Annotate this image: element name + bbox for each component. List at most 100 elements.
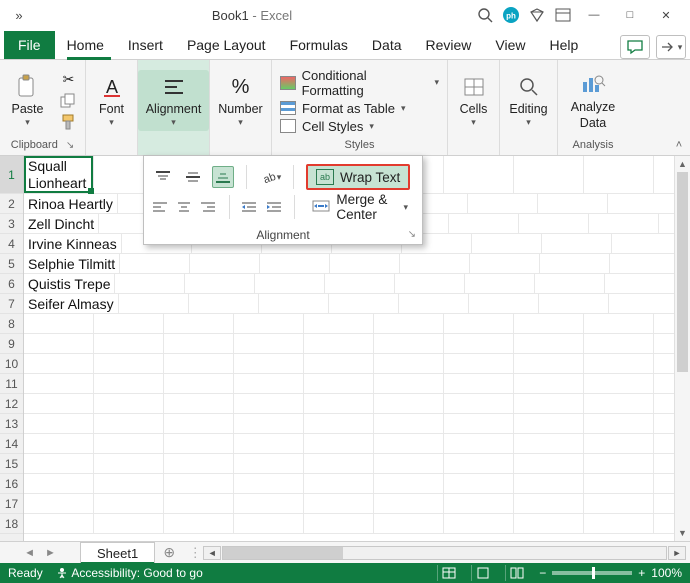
cut-icon[interactable]: ✂ bbox=[57, 71, 79, 89]
align-center-button[interactable] bbox=[176, 196, 192, 218]
format-painter-icon[interactable] bbox=[57, 113, 79, 131]
quick-access-more-icon[interactable]: » bbox=[6, 2, 32, 28]
tab-page-layout[interactable]: Page Layout bbox=[175, 31, 278, 59]
search-icon[interactable] bbox=[472, 2, 498, 28]
panel-group-label: Alignment bbox=[256, 228, 309, 242]
row-header-2[interactable]: 2 bbox=[0, 194, 23, 214]
share-button[interactable]: ▾ bbox=[656, 35, 686, 59]
comments-button[interactable] bbox=[620, 35, 650, 59]
cell-a6[interactable]: Quistis Trepe bbox=[24, 274, 115, 293]
editing-button[interactable]: Editing ▾ bbox=[503, 72, 553, 129]
dialog-launcher-icon[interactable]: ↘ bbox=[66, 140, 74, 151]
ribbon-options-icon[interactable] bbox=[550, 2, 576, 28]
scroll-thumb[interactable] bbox=[223, 547, 343, 559]
group-editing: Editing ▾ bbox=[500, 60, 558, 155]
row-header-12[interactable]: 12 bbox=[0, 394, 23, 414]
sheet-nav-prev-icon[interactable]: ◄ bbox=[24, 547, 35, 559]
scroll-left-icon[interactable]: ◄ bbox=[203, 546, 221, 560]
separator bbox=[246, 165, 247, 189]
tab-view[interactable]: View bbox=[483, 31, 537, 59]
row-header-18[interactable]: 18 bbox=[0, 514, 23, 534]
orientation-button[interactable]: ab▾ bbox=[259, 166, 281, 188]
zoom-slider[interactable] bbox=[552, 571, 632, 575]
cell-a7[interactable]: Seifer Almasy bbox=[24, 294, 119, 313]
merge-center-icon bbox=[312, 199, 330, 216]
align-middle-button[interactable] bbox=[182, 166, 204, 188]
zoom-control[interactable]: − + 100% bbox=[539, 566, 682, 580]
sheet-tab-sheet1[interactable]: Sheet1 bbox=[80, 542, 155, 563]
minimize-button[interactable]: — bbox=[576, 1, 612, 29]
page-break-view-icon[interactable] bbox=[505, 565, 527, 581]
cell-a1[interactable]: Squall Lionheart bbox=[24, 156, 94, 193]
cell-a2[interactable]: Rinoa Heartly bbox=[24, 194, 118, 213]
zoom-in-icon[interactable]: + bbox=[638, 566, 645, 580]
row-header-15[interactable]: 15 bbox=[0, 454, 23, 474]
tab-insert[interactable]: Insert bbox=[116, 31, 175, 59]
splitter-icon[interactable]: ⋮ bbox=[187, 545, 203, 561]
number-button[interactable]: % Number ▾ bbox=[212, 72, 268, 129]
tab-file[interactable]: File bbox=[4, 31, 55, 59]
sheet-nav-next-icon[interactable]: ► bbox=[45, 547, 56, 559]
ribbon: Paste ▾ ✂ Clipboard↘ A Font ▾ Alig bbox=[0, 60, 690, 156]
row-header-10[interactable]: 10 bbox=[0, 354, 23, 374]
merge-center-button[interactable]: Merge & Center ▾ bbox=[306, 189, 414, 225]
scroll-thumb[interactable] bbox=[677, 172, 688, 372]
new-sheet-button[interactable]: ⊕ bbox=[155, 542, 183, 563]
decrease-indent-button[interactable] bbox=[241, 196, 257, 218]
tab-data[interactable]: Data bbox=[360, 31, 414, 59]
row-header-6[interactable]: 6 bbox=[0, 274, 23, 294]
increase-indent-button[interactable] bbox=[265, 196, 281, 218]
normal-view-icon[interactable] bbox=[437, 565, 459, 581]
scroll-up-icon[interactable]: ▲ bbox=[675, 156, 690, 172]
row-header-9[interactable]: 9 bbox=[0, 334, 23, 354]
align-bottom-button[interactable] bbox=[212, 166, 234, 188]
alignment-dropdown-panel: ab▾ ab Wrap Text Merge & Center ▾ Alignm… bbox=[143, 155, 423, 245]
font-button[interactable]: A Font ▾ bbox=[93, 72, 131, 129]
tab-formulas[interactable]: Formulas bbox=[278, 31, 360, 59]
tab-home[interactable]: Home bbox=[55, 31, 116, 59]
row-header-1[interactable]: 1 bbox=[0, 156, 23, 194]
cell-a4[interactable]: Irvine Kinneas bbox=[24, 234, 122, 253]
group-clipboard-label: Clipboard bbox=[11, 139, 58, 151]
zoom-out-icon[interactable]: − bbox=[539, 566, 546, 580]
cells-button[interactable]: Cells ▾ bbox=[454, 72, 494, 129]
dialog-launcher-icon[interactable]: ↘ bbox=[408, 229, 416, 240]
tab-help[interactable]: Help bbox=[538, 31, 591, 59]
paste-button[interactable]: Paste ▾ bbox=[6, 72, 50, 129]
cell-a3[interactable]: Zell Dincht bbox=[24, 214, 99, 233]
cell-a5[interactable]: Selphie Tilmitt bbox=[24, 254, 120, 273]
align-left-button[interactable] bbox=[152, 196, 168, 218]
scroll-right-icon[interactable]: ► bbox=[668, 546, 686, 560]
align-top-button[interactable] bbox=[152, 166, 174, 188]
align-right-button[interactable] bbox=[200, 196, 216, 218]
collapse-ribbon-icon[interactable]: ˄ bbox=[668, 60, 690, 155]
zoom-value[interactable]: 100% bbox=[651, 566, 682, 580]
row-header-7[interactable]: 7 bbox=[0, 294, 23, 314]
row-header-5[interactable]: 5 bbox=[0, 254, 23, 274]
account-icon[interactable]: ph bbox=[498, 2, 524, 28]
row-header-4[interactable]: 4 bbox=[0, 234, 23, 254]
close-button[interactable]: ✕ bbox=[648, 1, 684, 29]
row-header-16[interactable]: 16 bbox=[0, 474, 23, 494]
page-layout-view-icon[interactable] bbox=[471, 565, 493, 581]
row-header-8[interactable]: 8 bbox=[0, 314, 23, 334]
row-header-3[interactable]: 3 bbox=[0, 214, 23, 234]
accessibility-status[interactable]: Accessibility: Good to go bbox=[55, 566, 203, 580]
alignment-button[interactable]: Alignment ▾ bbox=[138, 70, 210, 131]
row-header-11[interactable]: 11 bbox=[0, 374, 23, 394]
diamond-icon[interactable] bbox=[524, 2, 550, 28]
row-header-14[interactable]: 14 bbox=[0, 434, 23, 454]
vertical-scrollbar[interactable]: ▲ ▼ bbox=[674, 156, 690, 541]
analyze-data-button[interactable]: Analyze Data bbox=[565, 70, 621, 132]
format-as-table-button[interactable]: Format as Table▾ bbox=[280, 101, 406, 116]
scroll-down-icon[interactable]: ▼ bbox=[675, 525, 690, 541]
wrap-text-button[interactable]: ab Wrap Text bbox=[306, 164, 410, 190]
conditional-formatting-button[interactable]: Conditional Formatting▾ bbox=[280, 68, 439, 98]
row-header-13[interactable]: 13 bbox=[0, 414, 23, 434]
row-header-17[interactable]: 17 bbox=[0, 494, 23, 514]
copy-icon[interactable] bbox=[57, 92, 79, 110]
horizontal-scrollbar[interactable] bbox=[222, 546, 667, 560]
maximize-button[interactable]: □ bbox=[612, 1, 648, 29]
tab-review[interactable]: Review bbox=[414, 31, 484, 59]
cell-styles-button[interactable]: Cell Styles▾ bbox=[280, 119, 374, 134]
